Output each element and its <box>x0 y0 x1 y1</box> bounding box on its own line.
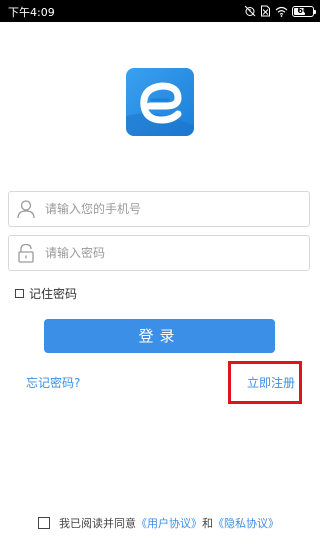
agreement-conjunction: 和 <box>202 517 213 530</box>
password-field[interactable] <box>8 235 310 271</box>
status-time: 下午4:09 <box>8 6 55 19</box>
alarm-off-icon <box>244 5 256 17</box>
user-icon <box>17 200 35 219</box>
privacy-policy-link[interactable]: 《隐私协议》 <box>213 515 279 531</box>
remember-checkbox[interactable] <box>15 288 24 298</box>
password-input[interactable] <box>45 236 305 270</box>
register-link[interactable]: 立即注册 <box>247 374 295 391</box>
remember-password[interactable]: 记住密码 <box>15 285 77 301</box>
e-logo-icon <box>126 68 194 136</box>
battery-level-text: 60 <box>297 5 309 15</box>
agreement-checkbox[interactable] <box>38 517 50 529</box>
wifi-icon <box>275 6 288 17</box>
agreement-prefix: 我已阅读并同意 <box>59 517 136 530</box>
lock-icon <box>18 243 34 263</box>
user-agreement-link[interactable]: 《用户协议》 <box>136 515 202 531</box>
sim-off-icon <box>261 5 270 17</box>
agreement: 我已阅读并同意 《用户协议》 和 《隐私协议》 <box>38 515 279 531</box>
battery-icon: 60 <box>292 5 316 17</box>
login-button[interactable]: 登录 <box>44 319 275 353</box>
status-bar: 下午4:09 60 <box>0 0 320 22</box>
remember-label: 记住密码 <box>29 286 78 301</box>
phone-field[interactable] <box>8 191 310 227</box>
phone-input[interactable] <box>45 192 305 226</box>
status-icons: 60 <box>244 3 316 19</box>
forgot-password-link[interactable]: 忘记密码? <box>26 374 80 391</box>
